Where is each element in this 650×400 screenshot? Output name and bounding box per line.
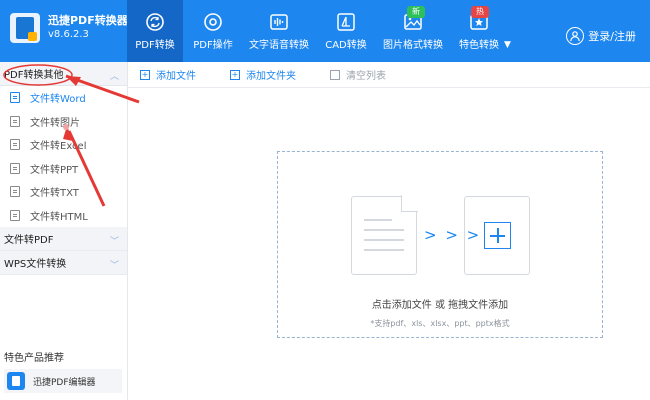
sidebar-item-to-ppt[interactable]: 文件转PPT [0,157,127,181]
section-wps-convert[interactable]: WPS文件转换 ﹀ [0,251,127,275]
sidebar-item-to-excel[interactable]: 文件转Excel [0,133,127,157]
login-label: 登录/注册 [588,30,636,43]
file-icon [10,209,20,221]
add-box-icon[interactable] [464,196,530,275]
main-nav: PDF转换 PDF操作 文字语音转换 CAD转换 新 图片格式转换 热 特色转换 [127,0,509,62]
nav-pdf-convert[interactable]: PDF转换 [127,0,183,62]
recommend-pdf-editor[interactable]: 迅捷PDF编辑器 [4,369,122,393]
trash-icon [330,69,340,80]
user-icon [566,27,585,45]
nav-text-speech[interactable]: 文字语音转换 [243,0,315,62]
chevron-up-icon: ︿ [109,72,119,82]
login-button[interactable]: 登录/注册 [566,27,636,45]
sidebar-item-to-word[interactable]: 文件转Word [0,86,127,110]
app-name: 迅捷PDF转换器 [48,14,128,27]
nav-special-convert[interactable]: 热 特色转换 [449,0,509,62]
section-file-to-pdf[interactable]: 文件转PDF ﹀ [0,227,127,251]
nav-more-chevron-icon[interactable]: ▼ [504,40,511,50]
chevron-down-icon: ﹀ [109,261,119,271]
nav-image-format[interactable]: 新 图片格式转换 [377,0,449,62]
pdf-editor-logo-icon [7,372,25,390]
pdf-operate-icon [203,12,223,32]
recommend-title: 特色产品推荐 [4,353,64,364]
plus-icon [484,222,511,249]
dropzone-text: 点击添加文件 或 拖拽文件添加 [371,300,509,311]
pdf-convert-icon [145,12,165,32]
sidebar: PDF转换其他 ︿ 文件转Word 文件转图片 文件转Excel 文件转PPT … [0,62,128,400]
app-header: 迅捷PDF转换器 v8.6.2.3 PDF转换 PDF操作 文字语音转换 CAD… [0,0,650,62]
file-dropzone[interactable]: > > > 点击添加文件 或 拖拽文件添加 *支持pdf、xls、xlsx、pp… [277,151,603,338]
cad-icon [336,12,356,32]
sidebar-item-to-html[interactable]: 文件转HTML [0,204,127,228]
file-icon [10,139,20,151]
dropzone-hint: *支持pdf、xls、xlsx、ppt、pptx格式 [370,319,510,328]
audio-icon [269,12,289,32]
add-file-icon: + [140,69,150,80]
file-icon [10,115,20,127]
clear-list-button[interactable]: 清空列表 [330,67,386,82]
add-folder-icon: + [230,69,240,80]
nav-pdf-operate[interactable]: PDF操作 [183,0,243,62]
toolbar: + 添加文件 + 添加文件夹 清空列表 [128,62,650,88]
hot-badge: 热 [471,6,489,18]
chevron-down-icon: ﹀ [109,237,119,247]
add-file-button[interactable]: + 添加文件 [140,67,196,82]
app-logo-icon [10,13,40,43]
brand: 迅捷PDF转换器 v8.6.2.3 [10,13,128,43]
app-version: v8.6.2.3 [48,29,89,40]
nav-cad-convert[interactable]: CAD转换 [315,0,377,62]
file-icon [10,186,20,198]
new-badge: 新 [407,6,425,18]
sidebar-item-to-txt[interactable]: 文件转TXT [0,180,127,204]
sidebar-item-to-image[interactable]: 文件转图片 [0,110,127,134]
document-icon [351,195,418,275]
section-pdf-to-other[interactable]: PDF转换其他 ︿ [0,62,127,86]
file-icon [10,162,20,174]
file-icon [10,92,20,104]
add-folder-button[interactable]: + 添加文件夹 [230,67,296,82]
